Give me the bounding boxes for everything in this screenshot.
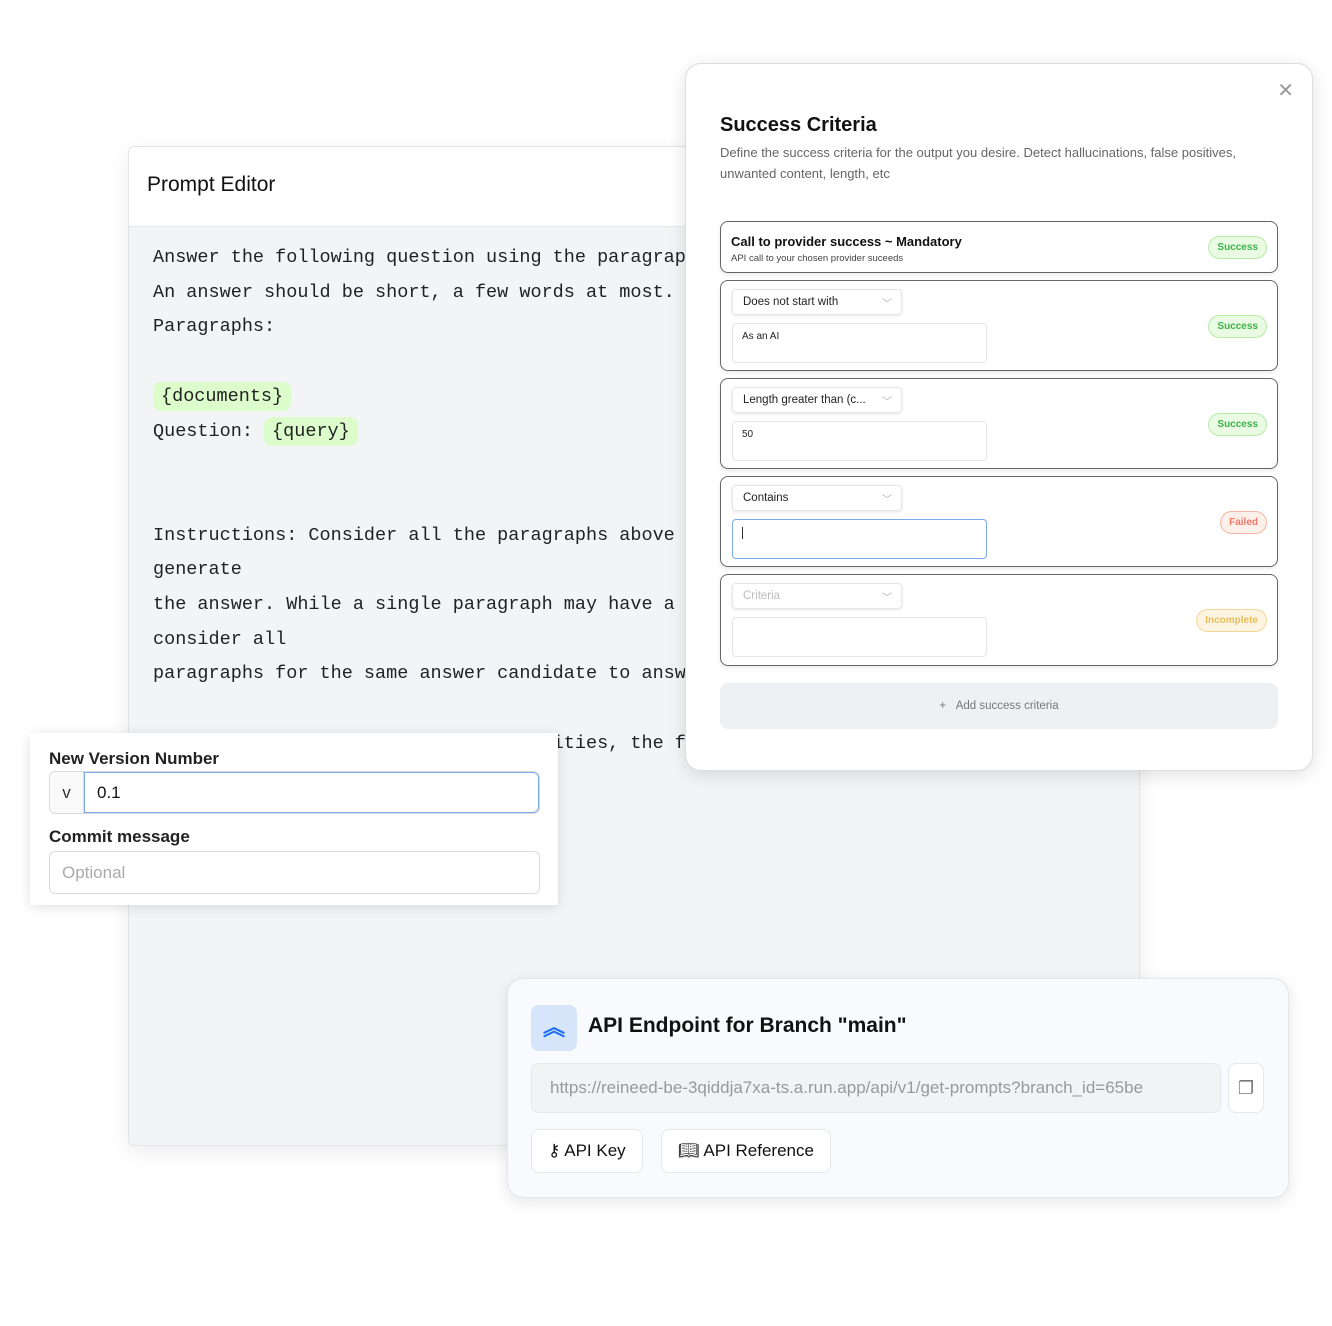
chevron-down-icon: ﹀ [882,299,892,310]
add-success-criteria-button[interactable]: + Add success criteria [720,683,1278,729]
dialog-description: Define the success criteria for the outp… [720,145,1236,181]
api-key-label: API Key [564,1141,626,1160]
status-badge: Failed [1220,511,1267,534]
question-label: Question: [153,420,265,442]
chevron-down-icon: ﹀ [882,495,892,506]
criteria-item: Length greater than (c... ﹀ 50 Success [720,378,1278,469]
api-reference-button[interactable]: 📖︎ API Reference [661,1129,831,1173]
version-number-input[interactable]: 0.1 [84,772,539,813]
chevrons-up-icon: ︽ [531,1005,577,1051]
commit-message-label: Commit message [49,827,190,846]
copy-icon[interactable]: ❐ [1228,1063,1264,1113]
status-badge: Success [1208,315,1267,338]
new-version-panel: New Version Number v 0.1 Commit message … [30,733,558,905]
criteria-select[interactable]: Contains ﹀ [732,485,902,511]
select-placeholder: Criteria [743,590,781,602]
status-badge: Success [1208,236,1267,259]
close-icon[interactable]: ✕ [1277,78,1294,103]
criteria-title: Call to provider success ~ Mandatory [731,234,962,249]
chevron-down-icon: ﹀ [882,593,892,604]
variable-query[interactable]: {query} [264,416,358,446]
book-icon: 📖︎ [678,1141,700,1160]
criteria-item: Contains ﹀ Failed [720,476,1278,567]
criteria-mandatory: Call to provider success ~ Mandatory API… [720,221,1278,273]
key-icon: ⚷ [548,1141,561,1160]
text-cursor [742,527,743,539]
dialog-title: Success Criteria [720,114,877,136]
select-value: Length greater than (c... [743,394,866,406]
commit-message-input[interactable]: Optional [49,851,540,894]
criteria-select[interactable]: Criteria ﹀ [732,583,902,609]
api-reference-label: API Reference [703,1141,814,1160]
criteria-item: Criteria ﹀ Incomplete [720,574,1278,666]
criteria-item: Does not start with ﹀ As an AI Success [720,280,1278,371]
version-number-field: v 0.1 [49,771,540,814]
status-badge: Incomplete [1196,609,1267,632]
criteria-value-input[interactable]: As an AI [732,323,987,363]
select-value: Contains [743,492,789,504]
criteria-select[interactable]: Length greater than (c... ﹀ [732,387,902,413]
endpoint-url-field[interactable]: https://reineed-be-3qiddja7xa-ts.a.run.a… [531,1063,1221,1113]
plus-icon: + [939,700,947,712]
api-key-button[interactable]: ⚷ API Key [531,1129,643,1173]
criteria-value-input[interactable] [732,617,987,657]
status-badge: Success [1208,413,1267,436]
add-label: Add success criteria [955,700,1059,712]
version-prefix: v [50,772,84,813]
chevron-down-icon: ﹀ [882,397,892,408]
success-criteria-dialog: ✕ Success Criteria Define the success cr… [685,63,1313,771]
variable-documents[interactable]: {documents} [153,381,292,411]
criteria-select[interactable]: Does not start with ﹀ [732,289,902,315]
criteria-subtitle: API call to your chosen provider suceeds [731,253,904,264]
api-endpoint-title: API Endpoint for Branch "main" [588,1014,907,1037]
criteria-value-input[interactable]: 50 [732,421,987,461]
api-endpoint-card: ︽ API Endpoint for Branch "main" https:/… [507,978,1289,1198]
criteria-value-input[interactable] [732,519,987,559]
version-number-label: New Version Number [49,749,220,768]
select-value: Does not start with [743,296,839,308]
